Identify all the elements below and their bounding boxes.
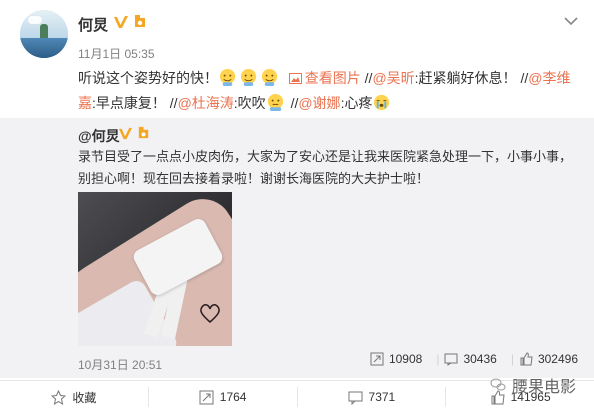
post-username[interactable]: 何炅 <box>78 14 108 35</box>
emoji-icon <box>261 68 278 87</box>
mention-link[interactable]: @谢娜 <box>298 95 340 111</box>
comment-icon <box>444 353 458 366</box>
mention-text: :赶紧躺好休息！ <box>414 70 517 86</box>
post-text: 听说这个姿势好的快！ 查看图片 //@吴昕:赶紧躺好休息！ //@李维嘉:早点康… <box>78 66 583 116</box>
repost-icon <box>370 352 384 366</box>
separator: // <box>169 95 178 111</box>
repost-button[interactable]: 1764 <box>149 387 298 407</box>
watermark: 腰果电影 <box>490 373 576 397</box>
mention-text: :心疼 <box>340 95 373 111</box>
repost-count[interactable]: 10908 <box>370 352 422 366</box>
favorite-button[interactable]: 收藏 <box>0 387 149 407</box>
divider: | <box>510 352 514 366</box>
repost-text: 录节目受了一点点小皮肉伤，大家为了安心还是让我来医院紧急处理一下，小事小事，别担… <box>78 149 573 186</box>
weibo-post: 何炅 11月1日 05:35 听说这个姿势好的快！ 查看图片 // @吴昕:赶紧躺… <box>0 0 594 413</box>
verified-icon <box>118 127 133 140</box>
repost-username[interactable]: @何炅 <box>78 126 120 146</box>
favorite-icon <box>51 389 67 405</box>
repost-timestamp[interactable]: 10月31日 20:51 <box>78 356 162 373</box>
mention-link[interactable]: @吴昕 <box>372 70 414 86</box>
like-icon <box>520 352 533 366</box>
heart-drawing-icon <box>200 304 220 323</box>
comment-icon <box>348 391 363 405</box>
emoji-icon <box>219 68 236 87</box>
wechat-icon <box>490 378 506 391</box>
mention-link[interactable]: @杜海涛 <box>178 95 234 111</box>
verified-icon <box>114 16 128 28</box>
avatar[interactable] <box>20 10 68 58</box>
mention-text: :早点康复！ <box>92 95 166 111</box>
divider: | <box>436 352 440 366</box>
picture-icon <box>288 73 302 84</box>
repost-stats: 10908 | 30436 | 302496 <box>370 352 578 366</box>
view-image-link[interactable]: 查看图片 <box>288 70 361 86</box>
like-count[interactable]: | 302496 <box>511 352 578 366</box>
menu-chevron-icon[interactable] <box>564 16 578 26</box>
post-timestamp[interactable]: 11月1日 05:35 <box>78 45 155 62</box>
emoji-icon <box>374 94 390 111</box>
repost-icon <box>199 390 214 404</box>
comment-button[interactable]: 7371 <box>298 387 447 407</box>
emoji-icon <box>267 93 283 112</box>
post-text-main: 听说这个姿势好的快！ <box>78 70 218 86</box>
mention-text: :吹吹 <box>233 95 266 111</box>
post-photo[interactable] <box>78 192 232 346</box>
vip-level-icon <box>135 15 145 27</box>
vip-level-icon <box>138 126 149 139</box>
repost-box: @何炅 录节目受了一点点小皮肉伤，大家为了安心还是让我来医院紧急处理一下，小事小… <box>0 118 594 378</box>
emoji-icon <box>240 68 257 87</box>
comment-count[interactable]: | 30436 <box>436 352 497 366</box>
